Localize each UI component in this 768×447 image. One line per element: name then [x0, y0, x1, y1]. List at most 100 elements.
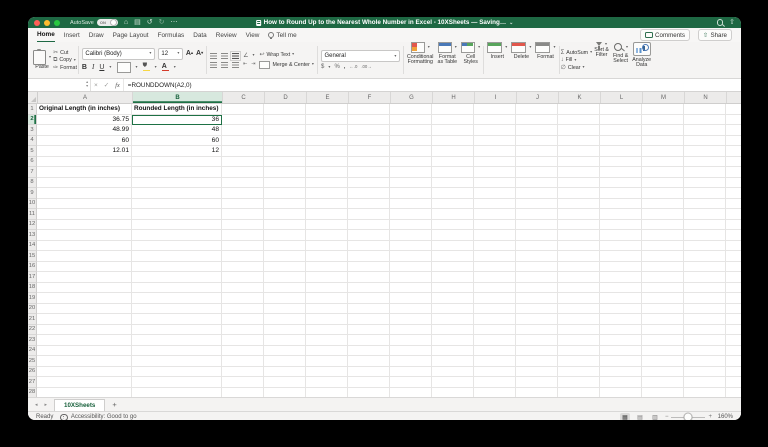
cell-N9[interactable]: [684, 188, 726, 199]
cell-G22[interactable]: [390, 324, 432, 335]
cell-partial-5[interactable]: [726, 146, 741, 157]
sort-filter-button[interactable]: ▾ Sort & Filter: [592, 42, 611, 78]
cell-G21[interactable]: [390, 314, 432, 325]
row-header-12[interactable]: 12: [28, 219, 37, 230]
cell-E19[interactable]: [306, 293, 348, 304]
column-header-L[interactable]: L: [601, 92, 643, 103]
cell-G18[interactable]: [390, 282, 432, 293]
cell-L25[interactable]: [600, 356, 642, 367]
cell-M16[interactable]: [642, 261, 684, 272]
align-bottom-button[interactable]: [230, 50, 242, 61]
cell-A28[interactable]: [37, 387, 132, 397]
cell-N28[interactable]: [684, 387, 726, 397]
cell-M5[interactable]: [642, 146, 684, 157]
row-header-17[interactable]: 17: [28, 272, 37, 283]
cell-E10[interactable]: [306, 198, 348, 209]
cell-partial-4[interactable]: [726, 136, 741, 146]
row-header-27[interactable]: 27: [28, 377, 37, 388]
cell-L5[interactable]: [600, 146, 642, 157]
fill-color-button[interactable]: ⛊: [142, 63, 150, 72]
cell-D5[interactable]: [264, 146, 306, 157]
prev-sheet-icon[interactable]: ◂: [35, 402, 38, 411]
cell-K8[interactable]: [558, 177, 600, 188]
cell-L6[interactable]: [600, 156, 642, 167]
cell-J3[interactable]: [516, 125, 558, 136]
cell-M20[interactable]: [642, 303, 684, 314]
cell-K2[interactable]: [558, 114, 600, 125]
cell-C18[interactable]: [222, 282, 264, 293]
cell-D20[interactable]: [264, 303, 306, 314]
cell-F17[interactable]: [348, 272, 390, 283]
cell-A26[interactable]: [37, 366, 132, 377]
cell-N11[interactable]: [684, 209, 726, 220]
align-left-button[interactable]: [210, 61, 218, 68]
cell-J28[interactable]: [516, 387, 558, 397]
column-header-partial[interactable]: [727, 92, 741, 103]
cell-partial-18[interactable]: [726, 283, 741, 293]
format-cells-button[interactable]: ▾ Format: [533, 42, 557, 78]
cell-F1[interactable]: [348, 104, 390, 115]
zoom-slider-track[interactable]: [671, 412, 706, 420]
cell-B5[interactable]: 12: [132, 146, 222, 157]
cell-F7[interactable]: [348, 167, 390, 178]
cell-F27[interactable]: [348, 377, 390, 388]
cell-partial-13[interactable]: [726, 230, 741, 241]
cell-G9[interactable]: [390, 188, 432, 199]
column-header-H[interactable]: H: [433, 92, 475, 103]
cell-M12[interactable]: [642, 219, 684, 230]
cell-L22[interactable]: [600, 324, 642, 335]
cell-partial-28[interactable]: [726, 388, 741, 398]
borders-button[interactable]: [116, 61, 131, 73]
cell-H16[interactable]: [432, 261, 474, 272]
cell-C20[interactable]: [222, 303, 264, 314]
cell-M23[interactable]: [642, 335, 684, 346]
cell-J19[interactable]: [516, 293, 558, 304]
cell-L7[interactable]: [600, 167, 642, 178]
tab-formulas[interactable]: Formulas: [158, 29, 185, 42]
cell-K7[interactable]: [558, 167, 600, 178]
cell-G27[interactable]: [390, 377, 432, 388]
comma-style-button[interactable]: ,: [344, 64, 346, 70]
cell-H7[interactable]: [432, 167, 474, 178]
column-header-B[interactable]: B: [133, 92, 223, 103]
cell-G8[interactable]: [390, 177, 432, 188]
cell-M21[interactable]: [642, 314, 684, 325]
cell-L2[interactable]: [600, 114, 642, 125]
cell-D17[interactable]: [264, 272, 306, 283]
row-header-28[interactable]: 28: [28, 387, 37, 397]
cell-G15[interactable]: [390, 251, 432, 262]
cell-partial-6[interactable]: [726, 157, 741, 167]
cell-I4[interactable]: [474, 135, 516, 146]
cell-D10[interactable]: [264, 198, 306, 209]
cell-B25[interactable]: [132, 356, 222, 367]
cell-I12[interactable]: [474, 219, 516, 230]
merge-center-button[interactable]: Merge & Center ▾: [259, 60, 314, 69]
cell-J18[interactable]: [516, 282, 558, 293]
cell-E14[interactable]: [306, 240, 348, 251]
cell-J27[interactable]: [516, 377, 558, 388]
cell-I1[interactable]: [474, 104, 516, 115]
cell-B17[interactable]: [132, 272, 222, 283]
add-sheet-button[interactable]: +: [112, 400, 116, 411]
cell-C8[interactable]: [222, 177, 264, 188]
cell-A4[interactable]: 60: [37, 135, 132, 146]
column-header-F[interactable]: F: [349, 92, 391, 103]
cell-B12[interactable]: [132, 219, 222, 230]
cell-J8[interactable]: [516, 177, 558, 188]
cell-K14[interactable]: [558, 240, 600, 251]
cell-M15[interactable]: [642, 251, 684, 262]
cell-G11[interactable]: [390, 209, 432, 220]
cell-D4[interactable]: [264, 135, 306, 146]
cell-B19[interactable]: [132, 293, 222, 304]
row-header-5[interactable]: 5: [28, 146, 37, 157]
cell-I17[interactable]: [474, 272, 516, 283]
cell-E6[interactable]: [306, 156, 348, 167]
cell-G26[interactable]: [390, 366, 432, 377]
cell-I9[interactable]: [474, 188, 516, 199]
cell-B3[interactable]: 48: [132, 125, 222, 136]
cell-A25[interactable]: [37, 356, 132, 367]
minimize-window-button[interactable]: [44, 19, 50, 26]
cell-E4[interactable]: [306, 135, 348, 146]
cell-N18[interactable]: [684, 282, 726, 293]
cell-D3[interactable]: [264, 125, 306, 136]
